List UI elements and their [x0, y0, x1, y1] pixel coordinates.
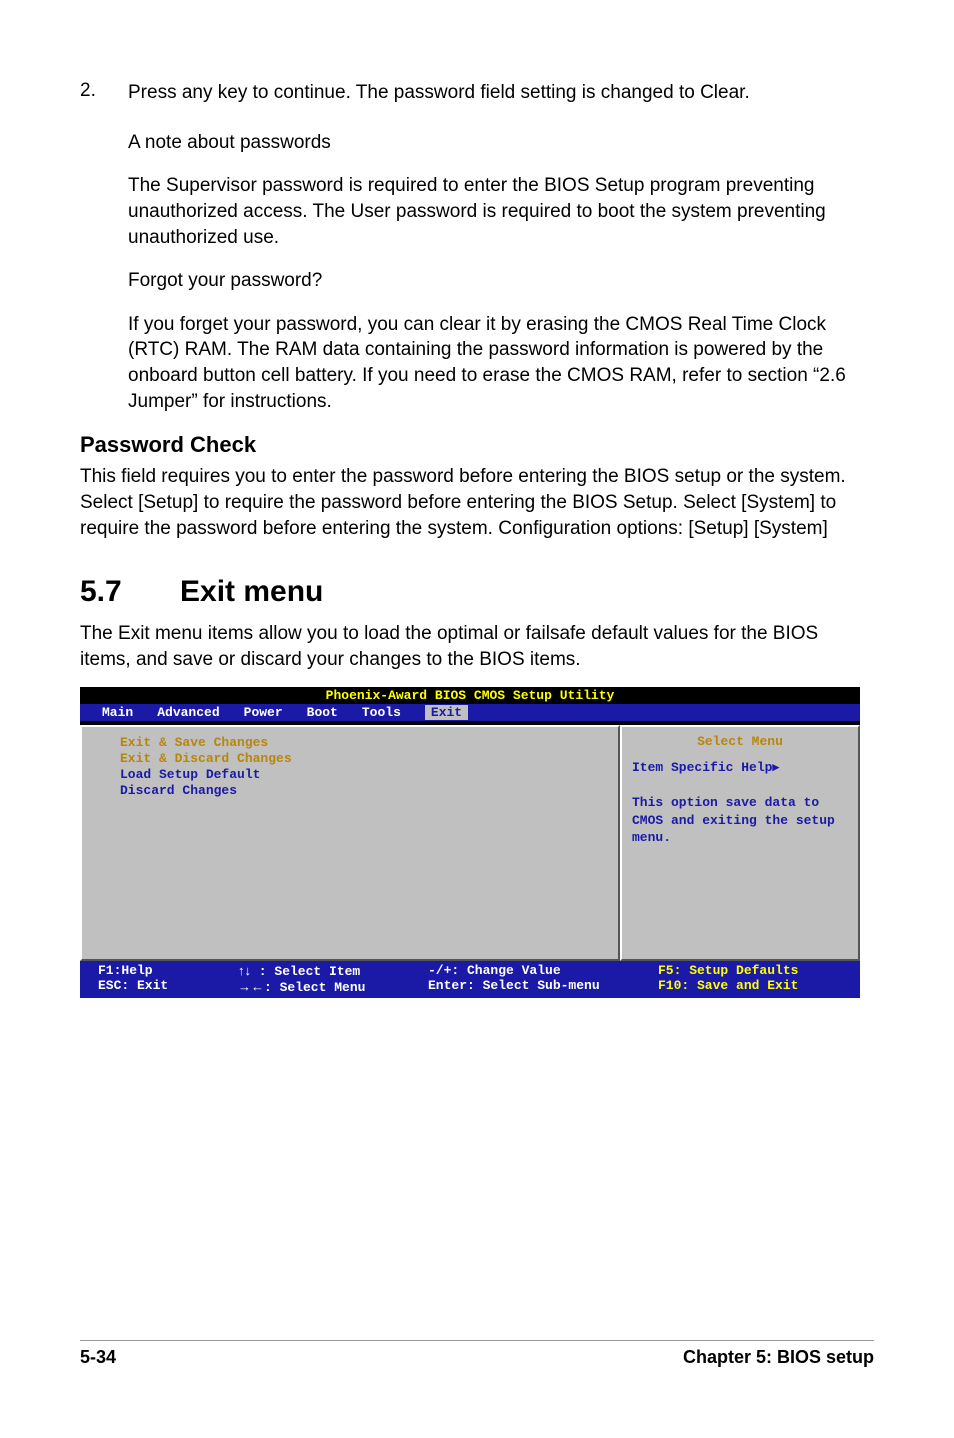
bios-title: Phoenix-Award BIOS CMOS Setup Utility: [80, 687, 860, 704]
bios-body: Exit & Save Changes Exit & Discard Chang…: [80, 725, 860, 961]
forgot-heading: Forgot your password?: [128, 268, 874, 294]
bios-menu-bar: Main Advanced Power Boot Tools Exit: [80, 704, 860, 721]
bios-footer-col1: F1:Help ESC: Exit: [98, 963, 238, 995]
bios-footer: F1:Help ESC: Exit ↑↓ : Select Item →←: S…: [80, 961, 860, 998]
step-number: 2.: [80, 80, 128, 106]
hint-esc: ESC: Exit: [98, 978, 238, 993]
bios-help-text: This option save data to CMOS and exitin…: [632, 794, 848, 847]
bios-tab-advanced[interactable]: Advanced: [157, 705, 219, 720]
bios-tab-tools[interactable]: Tools: [362, 705, 401, 720]
hint-enter: Enter: Select Sub-menu: [428, 978, 658, 993]
bios-help-label: Item Specific Help▸: [632, 758, 848, 777]
bios-item-load-default[interactable]: Load Setup Default: [120, 767, 618, 783]
bios-tab-boot[interactable]: Boot: [307, 705, 338, 720]
bios-tab-power[interactable]: Power: [244, 705, 283, 720]
bios-left-panel: Exit & Save Changes Exit & Discard Chang…: [80, 725, 620, 961]
bios-tab-main[interactable]: Main: [102, 705, 133, 720]
step-text: Press any key to continue. The password …: [128, 80, 750, 106]
bios-item-exit-save[interactable]: Exit & Save Changes: [120, 735, 618, 751]
section-title: Exit menu: [180, 575, 323, 608]
bios-tab-exit[interactable]: Exit: [425, 705, 468, 720]
hint-f10: F10: Save and Exit: [658, 978, 842, 993]
page-footer: 5-34 Chapter 5: BIOS setup: [80, 1340, 874, 1368]
bios-right-panel: Select Menu Item Specific Help▸ This opt…: [620, 725, 860, 961]
section-heading: 5.7Exit menu: [80, 575, 874, 609]
hint-select-menu: →←: Select Menu: [238, 979, 428, 995]
hint-f5: F5: Setup Defaults: [658, 963, 842, 978]
updown-arrow-icon: ↑↓: [238, 963, 251, 978]
forgot-paragraph: If you forget your password, you can cle…: [128, 312, 874, 415]
right-arrow-icon: ▸: [772, 759, 779, 774]
bios-footer-col4: F5: Setup Defaults F10: Save and Exit: [658, 963, 842, 995]
note-paragraph: The Supervisor password is required to e…: [128, 173, 874, 250]
leftright-arrow-icon: →←: [238, 979, 264, 994]
bios-right-title: Select Menu: [632, 733, 848, 751]
bios-item-discard-changes[interactable]: Discard Changes: [120, 783, 618, 799]
section-intro: The Exit menu items allow you to load th…: [80, 621, 874, 672]
hint-change-value: -/+: Change Value: [428, 963, 658, 978]
note-heading: A note about passwords: [128, 130, 874, 156]
bios-footer-col2: ↑↓ : Select Item →←: Select Menu: [238, 963, 428, 995]
password-check-heading: Password Check: [80, 432, 874, 458]
bios-footer-col3: -/+: Change Value Enter: Select Sub-menu: [428, 963, 658, 995]
hint-f1: F1:Help: [98, 963, 238, 978]
chapter-label: Chapter 5: BIOS setup: [683, 1347, 874, 1368]
password-check-body: This field requires you to enter the pas…: [80, 464, 874, 541]
section-number: 5.7: [80, 575, 180, 609]
step-2: 2. Press any key to continue. The passwo…: [80, 80, 874, 106]
page-number: 5-34: [80, 1347, 116, 1368]
bios-item-exit-discard[interactable]: Exit & Discard Changes: [120, 751, 618, 767]
hint-select-item: ↑↓ : Select Item: [238, 963, 428, 979]
bios-screenshot: Phoenix-Award BIOS CMOS Setup Utility Ma…: [80, 687, 860, 998]
